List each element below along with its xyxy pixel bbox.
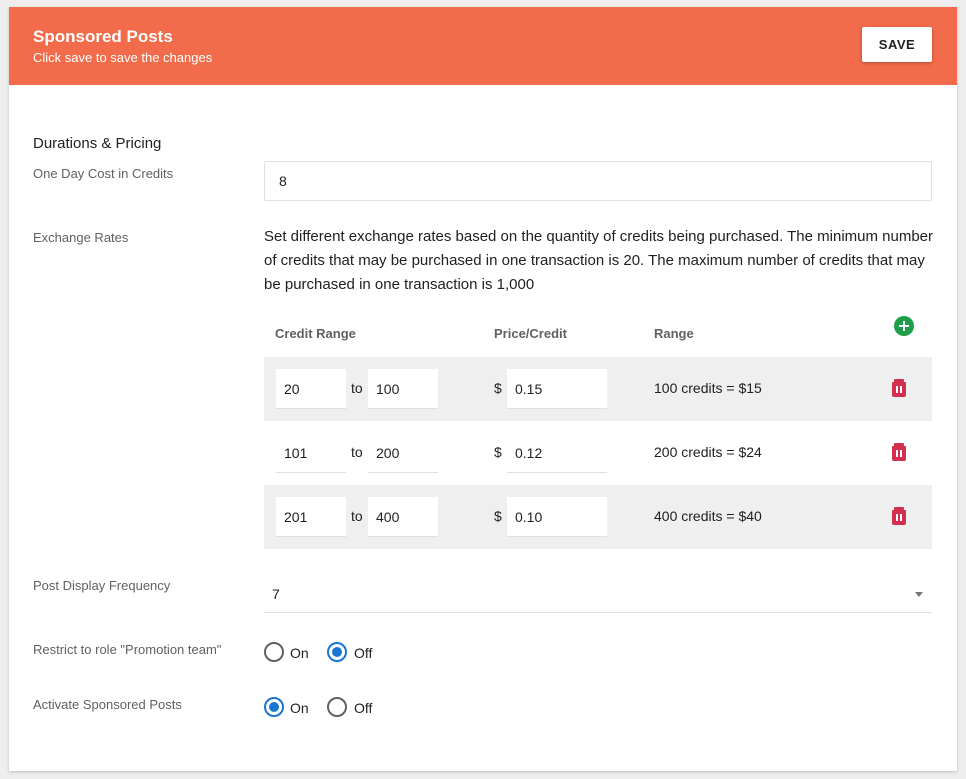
page-subtitle: Click save to save the changes bbox=[33, 50, 213, 65]
price-input[interactable] bbox=[507, 497, 607, 537]
exchange-rates-label: Exchange Rates bbox=[33, 230, 129, 245]
rate-row: to $ 400 credits = $40 bbox=[264, 485, 932, 549]
to-label: to bbox=[351, 380, 363, 396]
range-to-input[interactable] bbox=[368, 433, 438, 473]
trash-icon[interactable] bbox=[891, 507, 907, 526]
column-header-credit-range: Credit Range bbox=[275, 326, 356, 341]
activate-off-label: Off bbox=[354, 700, 373, 716]
rate-row: to $ 200 credits = $24 bbox=[264, 421, 932, 485]
add-rate-icon[interactable] bbox=[894, 316, 914, 336]
activate-label: Activate Sponsored Posts bbox=[33, 697, 182, 712]
range-from-input[interactable] bbox=[276, 433, 346, 473]
restrict-role-off-radio[interactable] bbox=[327, 642, 347, 662]
range-summary: 400 credits = $40 bbox=[654, 508, 762, 524]
restrict-role-on-label: On bbox=[290, 645, 309, 661]
caret-down-icon bbox=[915, 592, 923, 597]
currency-label: $ bbox=[494, 380, 502, 396]
column-header-range: Range bbox=[654, 326, 694, 341]
price-input[interactable] bbox=[507, 369, 607, 409]
range-from-input[interactable] bbox=[276, 497, 346, 537]
range-from-input[interactable] bbox=[276, 369, 346, 409]
price-input[interactable] bbox=[507, 433, 607, 473]
one-day-cost-input[interactable] bbox=[264, 161, 932, 201]
exchange-rates-description: Set different exchange rates based on th… bbox=[264, 228, 934, 293]
range-to-input[interactable] bbox=[368, 497, 438, 537]
restrict-role-on-radio[interactable] bbox=[264, 642, 284, 662]
currency-label: $ bbox=[494, 444, 502, 460]
range-to-input[interactable] bbox=[368, 369, 438, 409]
page-header: Sponsored Posts Click save to save the c… bbox=[9, 7, 957, 85]
to-label: to bbox=[351, 508, 363, 524]
trash-icon[interactable] bbox=[891, 443, 907, 462]
range-summary: 200 credits = $24 bbox=[654, 444, 762, 460]
restrict-role-label: Restrict to role "Promotion team" bbox=[33, 642, 222, 657]
settings-card: Sponsored Posts Click save to save the c… bbox=[9, 7, 957, 771]
activate-on-radio[interactable] bbox=[264, 697, 284, 717]
select-value: 7 bbox=[272, 586, 280, 602]
activate-off-radio[interactable] bbox=[327, 697, 347, 717]
range-summary: 100 credits = $15 bbox=[654, 380, 762, 396]
page-title: Sponsored Posts bbox=[33, 27, 173, 46]
currency-label: $ bbox=[494, 508, 502, 524]
activate-on-label: On bbox=[290, 700, 309, 716]
restrict-role-off-label: Off bbox=[354, 645, 373, 661]
to-label: to bbox=[351, 444, 363, 460]
section-title: Durations & Pricing bbox=[33, 135, 162, 152]
trash-icon[interactable] bbox=[891, 379, 907, 398]
post-display-frequency-select[interactable]: 7 bbox=[264, 577, 932, 613]
post-display-frequency-label: Post Display Frequency bbox=[33, 578, 171, 593]
one-day-cost-label: One Day Cost in Credits bbox=[33, 166, 174, 181]
column-header-price-credit: Price/Credit bbox=[494, 326, 567, 341]
save-button[interactable]: SAVE bbox=[862, 27, 932, 62]
rate-row: to $ 100 credits = $15 bbox=[264, 357, 932, 421]
